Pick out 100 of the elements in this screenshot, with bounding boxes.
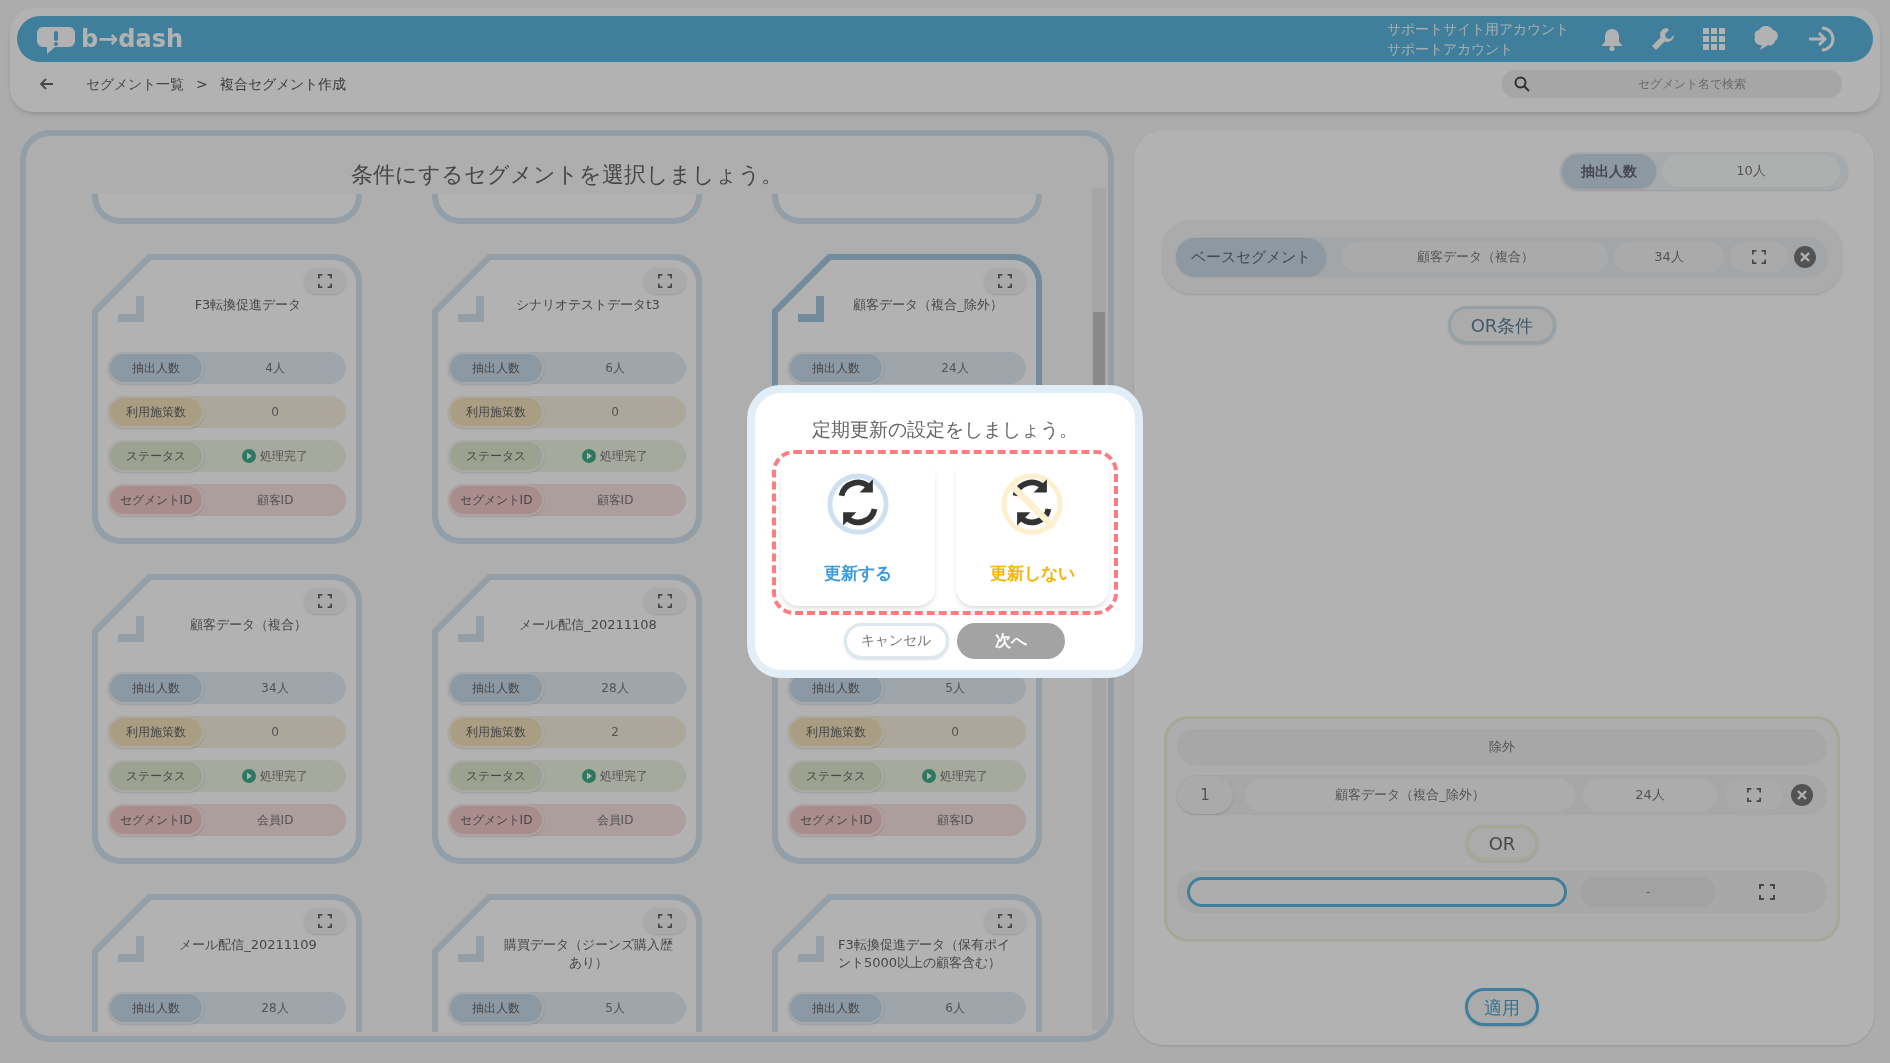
stat-label: 抽出人数 [448,352,544,384]
expand-icon [1747,788,1761,802]
back-arrow-icon[interactable] [40,78,54,90]
expand-icon [998,914,1012,928]
count-value: 34人 [1614,242,1724,272]
breadcrumb-link[interactable]: セグメント一覧 [86,73,184,95]
stat-label: セグメントID [788,804,884,836]
stat-label: セグメントID [108,804,204,836]
grid-icon[interactable] [1703,28,1725,50]
panel-title: 条件にするセグメントを選択しましょう。 [350,161,784,189]
stat-label: 抽出人数 [108,352,204,384]
card-title: F3転換促進データ [193,296,303,314]
expand-button[interactable] [304,268,346,294]
scrollbar-thumb[interactable] [1093,312,1105,388]
segment-card[interactable]: 顧客データ（複合） 抽出人数 34人 利用施策数 0 ステータス 処理完了 セグメントID 会員ID [92,574,362,864]
or-button[interactable]: OR [1465,825,1539,861]
update-option-button[interactable]: 更新する [781,458,935,606]
logo-text: b→dash [81,24,184,55]
play-icon [922,769,936,783]
expand-icon [1752,250,1766,264]
cancel-button[interactable]: キャンセル [843,622,949,659]
play-icon [242,449,256,463]
stat-label: ステータス [448,440,544,472]
stat-label: 利用施策数 [788,716,884,748]
stat-value: 0 [951,724,959,741]
stat-label: ステータス [788,760,884,792]
card-title: メール配信_20211108 [518,616,658,634]
card-title: 顧客データ（複合） [188,616,308,634]
stat-value: 34人 [261,680,289,697]
close-icon[interactable] [1791,784,1813,806]
stat-label: 抽出人数 [788,352,884,384]
expand-icon [998,274,1012,288]
stat-label: 抽出人数 [448,992,544,1024]
stat-value: 0 [611,404,619,421]
stat-value: 0 [271,724,279,741]
row-number: 1 [1177,776,1233,814]
segment-card[interactable]: F3転換促進データ 抽出人数 4人 利用施策数 0 ステータス 処理完了 セグメントID 顧客ID [92,254,362,544]
stat-value: 0 [271,404,279,421]
segment-input-field[interactable] [1187,877,1567,907]
stat-label: 抽出人数 [108,992,204,1024]
expand-button[interactable] [984,908,1026,934]
stat-value: 処理完了 [260,448,308,465]
expand-icon [318,274,332,288]
segment-card[interactable]: 購買データ（ジーンズ購入歴あり） 抽出人数 5人 [432,894,702,1032]
stat-label: 利用施策数 [108,716,204,748]
stat-value: 処理完了 [600,768,648,785]
stat-label: 利用施策数 [448,396,544,428]
stat-value: 2 [611,724,619,741]
segment-card[interactable]: メール配信_20211108 抽出人数 28人 利用施策数 2 ステータス 処理完了 セグメントID 会員ID [432,574,702,864]
stat-value: 顧客ID [936,812,974,829]
expand-button[interactable] [644,588,686,614]
expand-icon [658,914,672,928]
segment-name: 顧客データ（複合_除外） [1245,779,1575,811]
expand-button[interactable] [644,268,686,294]
stat-label: ステータス [108,760,204,792]
breadcrumb-current: 複合セグメント作成 [219,74,346,94]
sign-out-icon[interactable] [1807,25,1837,53]
stat-value: 処理完了 [940,768,988,785]
stat-value: 会員ID [596,812,634,829]
dialog-title: 定期更新の設定をしましょう。 [812,417,1078,442]
expand-icon [658,274,672,288]
card-title: F3転換促進データ（保有ポイント5000以上の顧客含む） [837,936,1011,972]
expand-button[interactable] [984,268,1026,294]
exclusion-header: 除外 [1177,729,1827,765]
expand-button[interactable] [304,588,346,614]
segment-card[interactable]: メール配信_20211109 抽出人数 28人 [92,894,362,1032]
stat-label: 利用施策数 [108,396,204,428]
segment-card[interactable]: F3転換促進データ（保有ポイント5000以上の顧客含む） 抽出人数 6人 [772,894,1042,1032]
stat-label: セグメントID [448,804,544,836]
stat-value: 6人 [605,360,625,377]
close-icon[interactable] [1794,246,1816,268]
or-condition-button[interactable]: OR条件 [1447,306,1557,344]
play-icon [582,449,596,463]
expand-button[interactable] [304,908,346,934]
stat-value: 6人 [945,1000,965,1017]
stat-label: 抽出人数 [108,672,204,704]
expand-button[interactable] [644,908,686,934]
account-name: サポートアカウント [1387,40,1514,59]
card-title: シナリオテストデータt3 [515,296,661,314]
stat-value: 処理完了 [600,448,648,465]
count-value: 24人 [1583,779,1717,811]
stat-value: 28人 [261,1000,289,1017]
segment-name: 顧客データ（複合） [1342,242,1608,272]
stat-value: 会員ID [256,812,294,829]
segment-card[interactable]: シナリオテストデータt3 抽出人数 6人 利用施策数 0 ステータス 処理完了 セグメントID 顧客ID [432,254,702,544]
card-title: メール配信_20211109 [178,936,318,954]
expand-icon [658,594,672,608]
stat-value: 5人 [945,680,965,697]
play-icon [242,769,256,783]
account-name: サポートサイト用アカウント [1387,20,1569,39]
card-title: 顧客データ（複合_除外） [852,296,1004,314]
count-value: - [1581,877,1715,907]
stat-label: 抽出人数 [788,992,884,1024]
expand-button[interactable] [1730,242,1788,272]
bell-icon[interactable] [1601,27,1623,51]
stat-label: 利用施策数 [448,716,544,748]
stat-value: 顧客ID [596,492,634,509]
stat-label: セグメントID [448,484,544,516]
breadcrumb-separator: > [196,74,208,94]
expand-icon[interactable] [1759,884,1775,900]
